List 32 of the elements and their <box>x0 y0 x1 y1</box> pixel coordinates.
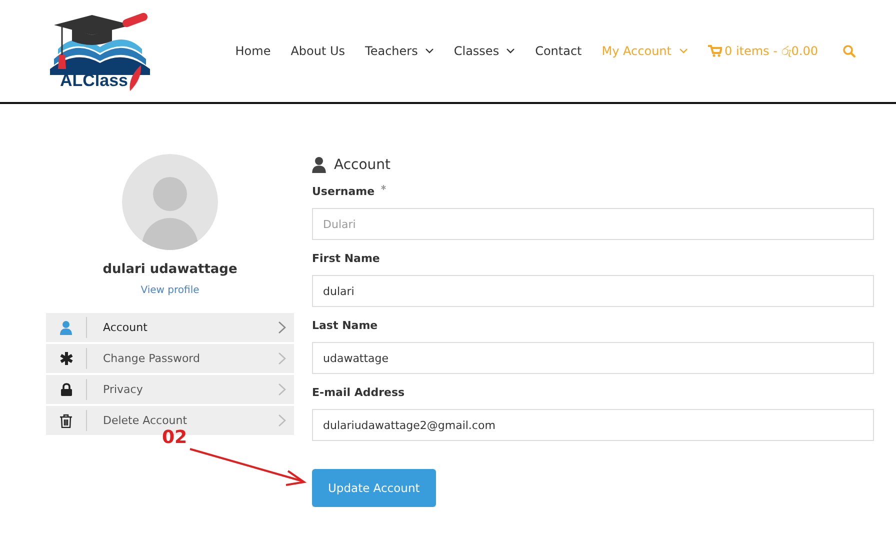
feather-icon <box>128 65 142 91</box>
logo-text: ALClass <box>60 71 128 91</box>
cart-icon <box>708 45 722 57</box>
asterisk-icon <box>60 352 72 365</box>
field-label: Username <box>312 185 375 198</box>
logo[interactable]: ALClass <box>46 11 156 91</box>
trash-icon <box>60 414 72 428</box>
menu-item[interactable]: Account <box>46 313 294 342</box>
chevron-icon <box>278 352 286 365</box>
field-label: E-mail Address <box>312 386 405 399</box>
user-icon <box>60 320 72 334</box>
menu-item[interactable]: Privacy <box>46 375 294 404</box>
chevron-icon <box>278 414 286 427</box>
input-field[interactable]: dulariudawattage2@gmail.com <box>312 409 874 441</box>
section-title: Account <box>334 157 391 173</box>
search-icon[interactable] <box>843 44 856 58</box>
lock-icon <box>60 383 72 396</box>
nav-link[interactable]: About Us <box>290 44 346 58</box>
field-label: Last Name <box>312 319 378 332</box>
user-icon <box>312 157 326 173</box>
input-field[interactable]: dulari <box>312 275 874 307</box>
profile-name: dulari udawattage <box>102 262 238 277</box>
view-profile-link[interactable]: View profile <box>140 285 200 296</box>
nav-link[interactable]: Contact <box>535 44 582 58</box>
nav-link[interactable]: Teachers <box>365 44 434 58</box>
nav-link[interactable]: Home <box>235 44 271 58</box>
chevron-icon <box>278 321 286 334</box>
menu-item[interactable]: Change Password <box>46 344 294 373</box>
chevron-icon <box>278 383 286 396</box>
input-field[interactable]: udawattage <box>312 342 874 374</box>
field-label: First Name <box>312 252 380 265</box>
nav-link[interactable]: Classes <box>454 44 516 58</box>
